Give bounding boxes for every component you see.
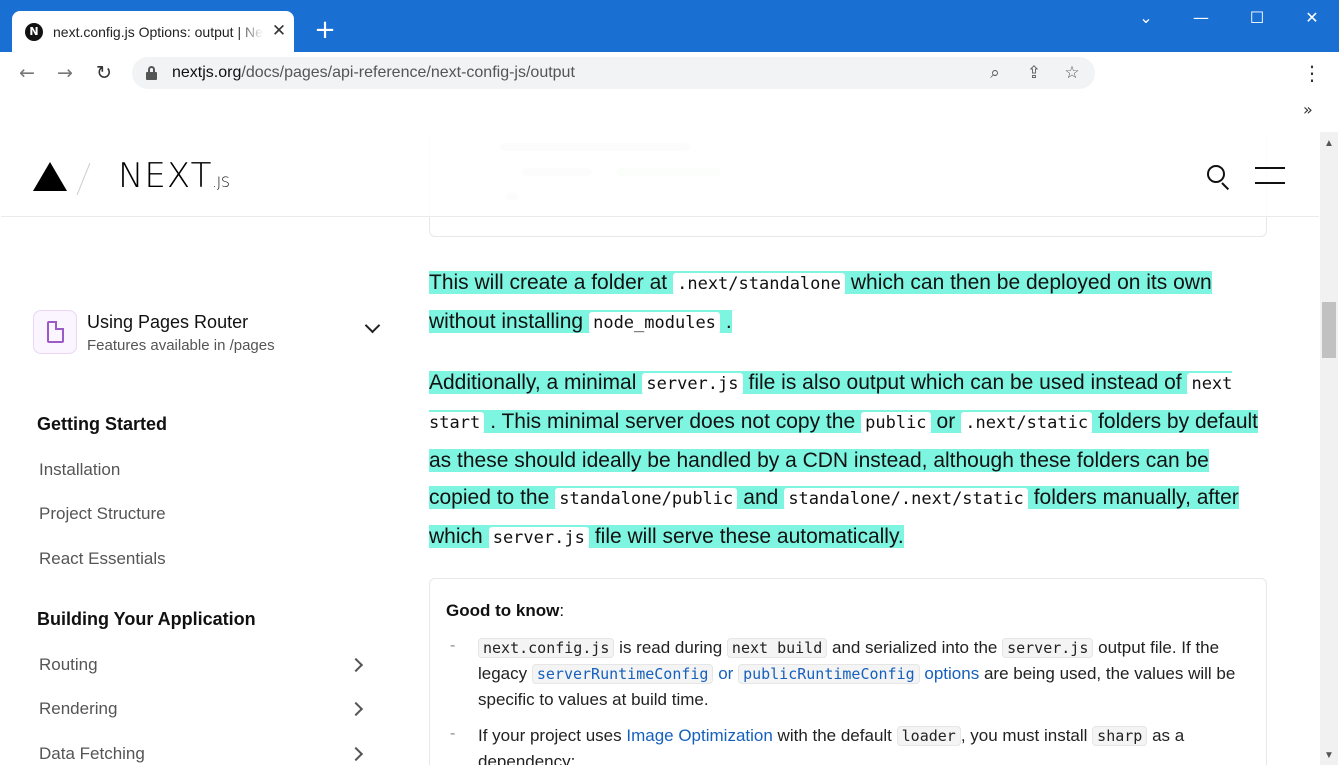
bookmark-star-icon[interactable]: ☆ [1061,62,1083,84]
sidebar-heading-getting-started[interactable]: Getting Started [37,414,167,435]
hamburger-menu-icon[interactable] [1255,167,1285,187]
browser-tab[interactable]: N next.config.js Options: output | Next.… [12,11,294,52]
chevron-right-icon[interactable] [348,746,364,762]
browser-toolbar: ← → ↻ nextjs.org/docs/pages/api-referenc… [0,52,1339,94]
inline-code: .next/standalone [673,273,845,295]
inline-code: standalone/public [555,488,738,510]
chevron-right-icon[interactable] [348,657,364,673]
inline-code: public [861,412,931,434]
maximize-button[interactable]: ☐ [1245,8,1269,28]
lock-icon[interactable] [146,66,157,80]
inline-code: node_modules [589,312,720,334]
address-bar[interactable]: nextjs.org/docs/pages/api-reference/next… [132,57,1095,89]
callout-bullet: next.config.js is read during next build… [478,638,1236,709]
scroll-up-arrow-icon[interactable]: ▲ [1324,138,1334,149]
inline-code: server.js [642,373,743,395]
inline-code: standalone/.next/static [784,488,1028,510]
router-switcher[interactable]: Using Pages Router Features available in… [33,310,393,356]
standalone-paragraph: This will create a folder at .next/standa… [429,271,1212,334]
site-header: NEXT.JS [1,132,1319,217]
sidebar-item-react-essentials[interactable]: React Essentials [39,549,166,569]
tab-title: next.config.js Options: output | Next.js [53,23,263,40]
pages-document-icon [33,310,77,354]
close-tab-icon[interactable]: ✕ [270,22,288,40]
url-text[interactable]: nextjs.org/docs/pages/api-reference/next… [172,64,575,82]
back-button[interactable]: ← [14,60,40,86]
sidebar-heading-building[interactable]: Building Your Application [37,609,256,630]
reload-button[interactable]: ↻ [91,60,117,86]
or-link-text[interactable]: or [718,664,733,683]
browser-menu-icon[interactable]: ⋮ [1302,60,1322,86]
server-js-paragraph: Additionally, a minimal server.js file is … [429,371,1258,549]
nextjs-favicon-icon: N [25,22,43,41]
zoom-icon[interactable]: ⌕ [984,62,1006,84]
minimize-button[interactable]: — [1189,8,1213,28]
logo-divider [76,163,91,195]
sidebar-item-installation[interactable]: Installation [39,460,120,480]
new-tab-button[interactable]: + [312,17,338,43]
tab-search-chevron-icon[interactable]: ⌄ [1134,8,1158,28]
page-scrollbar[interactable]: ▲ ▼ [1320,132,1338,765]
scroll-down-arrow-icon[interactable]: ▼ [1324,750,1334,761]
callout-bullet: If your project uses Image Optimization … [478,726,1185,765]
sidebar-item-data-fetching[interactable]: Data Fetching [39,744,145,764]
chevron-right-icon[interactable] [348,701,364,717]
good-to-know-callout: Good to know: - next.config.js is read d… [429,578,1267,765]
sidebar-item-routing[interactable]: Routing [39,655,98,675]
sidebar-item-project-structure[interactable]: Project Structure [39,504,166,524]
chevron-down-icon[interactable] [365,320,381,336]
bullet-dash: - [450,637,456,654]
inline-code: server.js [488,527,589,549]
public-runtime-config-link[interactable]: publicRuntimeConfig [738,664,920,684]
router-subtitle: Features available in /pages [87,337,275,354]
scroll-thumb[interactable] [1322,302,1336,358]
image-optimization-link[interactable]: Image Optimization [626,726,772,745]
search-icon[interactable] [1207,165,1231,191]
router-title: Using Pages Router [87,312,249,332]
inline-code: .next/static [961,412,1093,434]
options-link[interactable]: options [924,664,979,683]
forward-button[interactable]: → [52,60,78,86]
nextjs-logo[interactable]: NEXT.JS [118,156,230,196]
tab-strip: N next.config.js Options: output | Next.… [0,0,1339,52]
share-icon[interactable]: ⇪ [1023,62,1045,84]
page-viewport: NEXT.JS Using Pages Router Features avai… [1,132,1319,765]
bullet-dash: - [450,725,456,742]
server-runtime-config-link[interactable]: serverRuntimeConfig [531,664,714,684]
bookmarks-bar: » [0,94,1339,132]
bookmarks-overflow-icon[interactable]: » [1303,100,1313,119]
vercel-triangle-logo[interactable] [33,162,67,191]
callout-title: Good to know: [446,601,565,620]
close-window-button[interactable]: ✕ [1300,8,1324,28]
sidebar-item-rendering[interactable]: Rendering [39,699,117,719]
